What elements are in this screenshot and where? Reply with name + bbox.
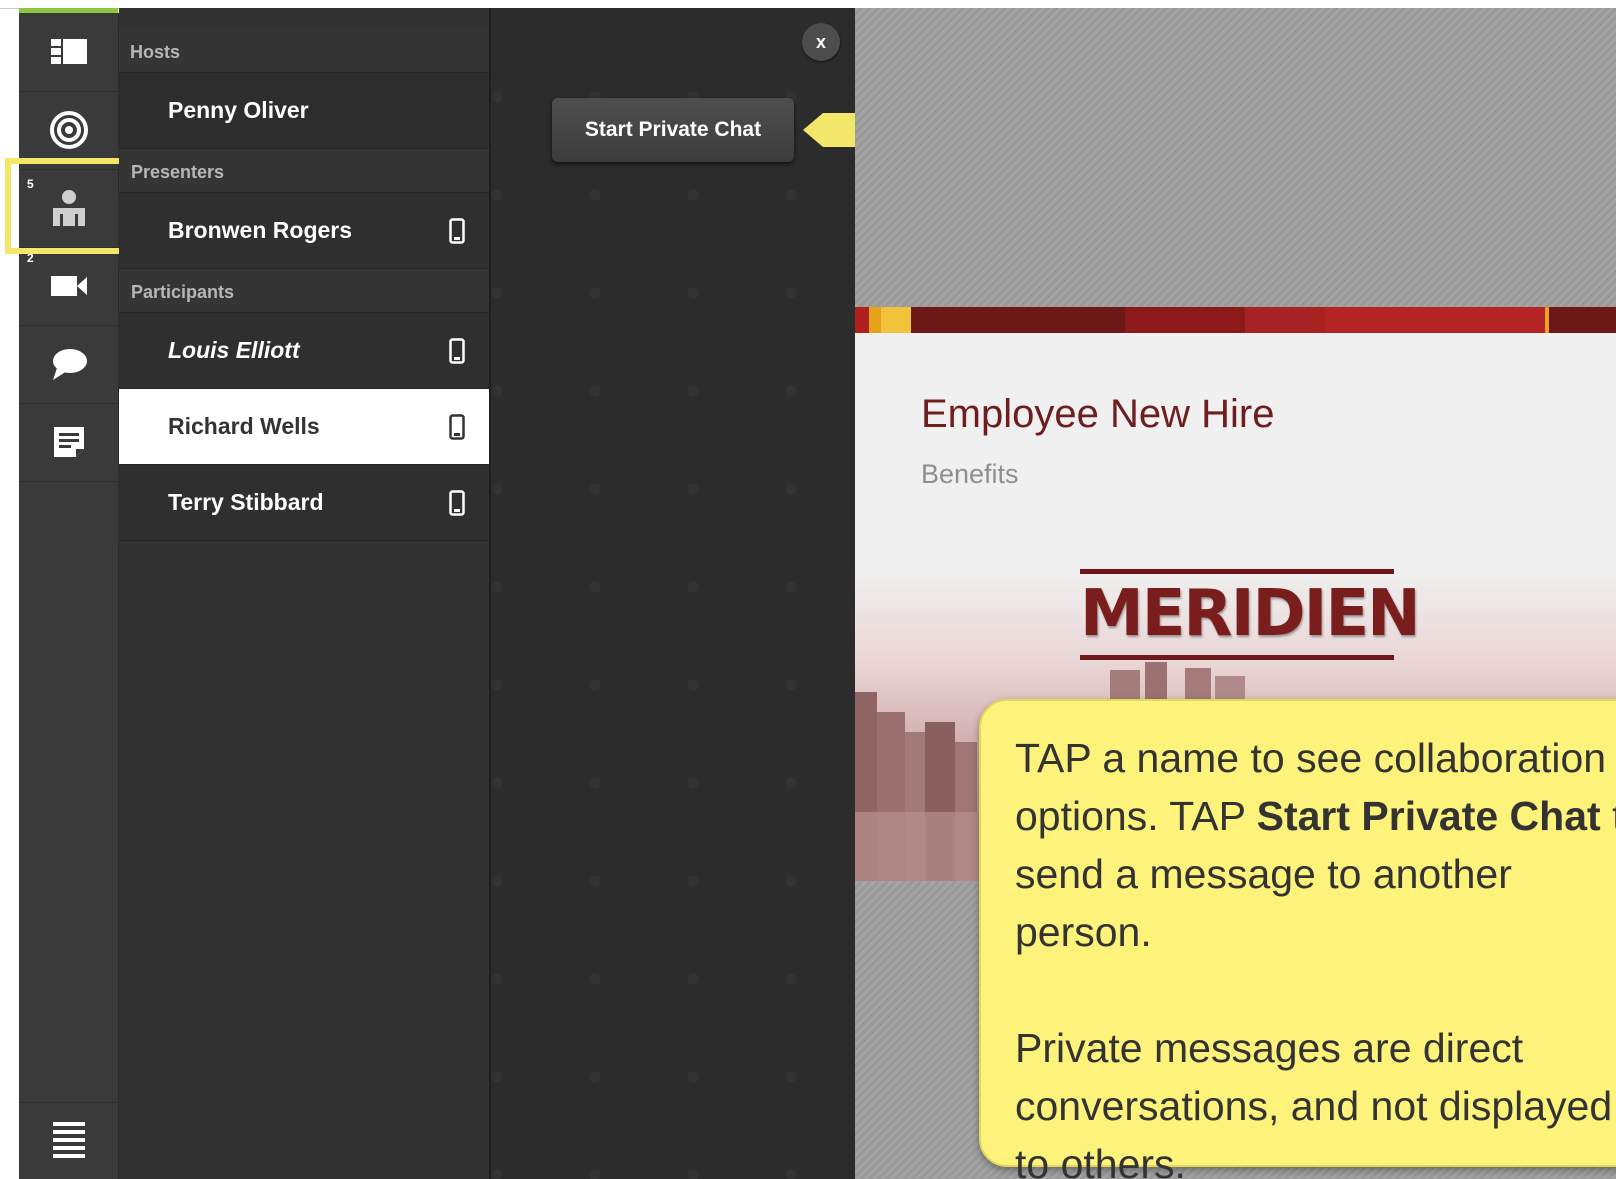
attendee-list: Hosts Penny Oliver Presenters Bronwen Ro… <box>119 8 491 1179</box>
attendee-name: Louis Elliott <box>168 337 300 363</box>
section-header-presenters: Presenters <box>119 149 489 193</box>
meridien-logo: MERIDIEN <box>1080 569 1421 665</box>
slide-title: Employee New Hire <box>921 392 1275 436</box>
attendee-name: Terry Stibbard <box>168 489 324 515</box>
attendee-row-selected[interactable]: Richard Wells <box>119 389 489 465</box>
attendee-row[interactable]: Terry Stibbard <box>119 465 489 541</box>
target-icon <box>49 110 89 150</box>
attendee-name: Richard Wells <box>168 413 320 439</box>
attendee-row[interactable]: Louis Elliott <box>119 313 489 389</box>
start-private-chat-button[interactable]: Start Private Chat <box>552 98 794 162</box>
menu-button[interactable] <box>19 1102 118 1179</box>
mobile-device-icon <box>449 414 465 445</box>
chat-button[interactable] <box>19 325 118 404</box>
attendee-options-panel <box>491 8 855 1179</box>
close-button[interactable]: x <box>802 23 840 61</box>
slide-subtitle: Benefits <box>921 459 1019 489</box>
attendee-name: Penny Oliver <box>168 97 309 123</box>
help-callout: TAP a name to see collaboration options.… <box>979 699 1616 1179</box>
attendee-name: Bronwen Rogers <box>168 217 353 243</box>
attendees-highlight <box>5 158 125 254</box>
mobile-device-icon <box>449 490 465 521</box>
attendee-row[interactable]: Penny Oliver <box>119 73 489 149</box>
callout-paragraph-2: Private messages are direct conversation… <box>1015 1025 1613 1179</box>
notes-button[interactable] <box>19 403 118 482</box>
callout-paragraph-1: TAP a name to see collaboration options.… <box>1015 735 1616 955</box>
video-camera-icon <box>49 271 89 301</box>
video-button[interactable]: 2 <box>19 247 118 326</box>
callout-text: TAP a name to see collaboration options.… <box>1015 729 1616 1179</box>
chat-bubble-icon <box>49 346 89 382</box>
layout-button[interactable] <box>19 13 118 92</box>
attendee-row[interactable]: Bronwen Rogers <box>119 193 489 269</box>
notes-icon <box>51 424 87 460</box>
section-header-hosts: Hosts <box>119 29 489 73</box>
slide-header-stripe <box>855 307 1616 333</box>
mobile-device-icon <box>449 218 465 249</box>
layout-icon <box>49 37 89 67</box>
menu-icon <box>51 1119 87 1164</box>
app-frame: 5 2 Hosts Penny Oliver Presenters Bronwe… <box>0 0 1616 1179</box>
section-header-participants: Participants <box>119 269 489 313</box>
mobile-device-icon <box>449 338 465 369</box>
